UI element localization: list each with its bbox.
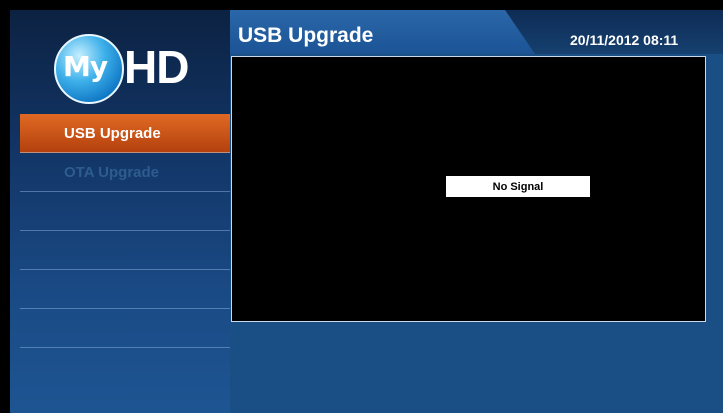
datetime-display: 20/11/2012 08:11 <box>570 32 679 48</box>
logo-hd-text: HD <box>124 41 189 93</box>
no-signal-message: No Signal <box>446 176 590 197</box>
sidebar-item-label: OTA Upgrade <box>64 163 160 181</box>
sidebar-item-empty <box>20 231 230 270</box>
sidebar-menu: USB Upgrade OTA Upgrade <box>20 114 230 348</box>
myhd-logo: My HD <box>54 30 204 104</box>
sidebar-item-label: USB Upgrade <box>64 124 161 142</box>
sidebar-item-empty <box>20 309 230 348</box>
page-title: USB Upgrade <box>238 24 374 47</box>
sidebar-item-ota-upgrade[interactable]: OTA Upgrade <box>20 153 230 192</box>
sidebar-item-empty <box>20 270 230 309</box>
video-preview: No Signal <box>231 56 706 322</box>
sidebar-item-usb-upgrade[interactable]: USB Upgrade <box>20 114 230 153</box>
tv-screen: My HD USB Upgrade 20/11/2012 08:11 USB U… <box>10 10 723 413</box>
sidebar-item-empty <box>20 192 230 231</box>
logo-my-text: My <box>63 50 108 83</box>
